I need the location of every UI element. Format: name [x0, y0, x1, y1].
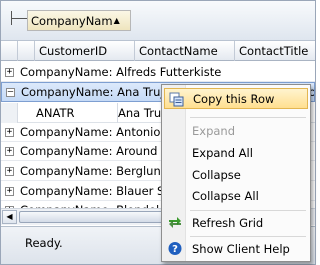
scrollbar-thumb[interactable]: [19, 211, 169, 223]
row-indent: [1, 102, 18, 123]
menu-item-label: Collapse All: [192, 188, 259, 203]
group-by-panel: CompanyNam ▲: [1, 1, 315, 41]
header-indent-cell: [1, 41, 18, 61]
collapse-minus-icon[interactable]: –: [6, 87, 15, 97]
menu-item-copy-row[interactable]: Copy this Row: [164, 88, 308, 109]
expand-plus-icon[interactable]: +: [5, 166, 14, 176]
cell-customerid[interactable]: ANATR: [18, 102, 118, 123]
menu-item-show-client-help[interactable]: ? Show Client Help: [164, 238, 308, 259]
menu-item-label: Collapse: [192, 167, 241, 182]
group-row[interactable]: + CompanyName: Alfreds Futterkiste: [1, 63, 315, 82]
menu-item-expand[interactable]: Expand: [164, 120, 308, 141]
context-menu: Copy this Row Expand Expand All Collapse…: [161, 84, 311, 262]
menu-separator: [190, 210, 306, 211]
expand-plus-icon[interactable]: +: [5, 67, 14, 77]
scroll-left-icon[interactable]: ◀: [2, 210, 17, 224]
menu-item-expand-all[interactable]: Expand All: [164, 142, 308, 163]
expand-plus-icon[interactable]: +: [5, 127, 14, 137]
menu-item-refresh-grid[interactable]: Refresh Grid: [164, 212, 308, 233]
svg-text:?: ?: [172, 244, 178, 255]
column-header-contactname[interactable]: ContactName: [135, 41, 235, 61]
menu-item-label: Show Client Help: [192, 241, 290, 256]
menu-item-collapse-all[interactable]: Collapse All: [164, 185, 308, 206]
menu-item-label: Refresh Grid: [192, 215, 264, 230]
menu-item-label: Copy this Row: [193, 91, 275, 106]
header-indent-cell: [18, 41, 35, 61]
column-header-contacttitle[interactable]: ContactTitle: [235, 41, 315, 61]
menu-separator: [190, 236, 306, 237]
group-chip-label: CompanyNam: [31, 13, 113, 28]
status-text: Ready.: [25, 236, 63, 250]
column-header-row: CustomerID ContactName ContactTitle: [1, 41, 315, 61]
menu-item-label: Expand: [192, 123, 236, 138]
expand-plus-icon[interactable]: +: [5, 146, 14, 156]
group-by-companyname-chip[interactable]: CompanyNam ▲: [27, 10, 131, 31]
expand-plus-icon[interactable]: +: [5, 186, 14, 196]
group-tree-line: [11, 18, 27, 19]
help-icon: ?: [168, 242, 182, 255]
menu-item-label: Expand All: [192, 145, 253, 160]
copy-rows-icon: [169, 92, 184, 107]
column-header-customerid[interactable]: CustomerID: [35, 41, 135, 61]
refresh-arrows-icon: [169, 217, 181, 228]
menu-separator: [190, 117, 306, 118]
menu-item-collapse[interactable]: Collapse: [164, 164, 308, 185]
group-row-label: CompanyName: Alfreds Futterkiste: [20, 65, 222, 79]
sort-ascending-icon: ▲: [113, 16, 120, 25]
